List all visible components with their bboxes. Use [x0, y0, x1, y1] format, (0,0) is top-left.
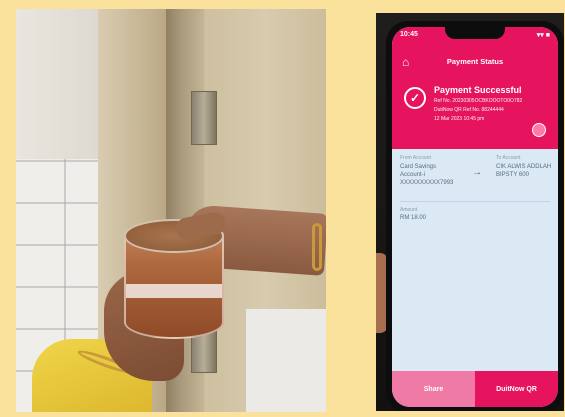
share-icon[interactable] — [532, 123, 546, 137]
payment-header: 10:45 ▾▾ ■ ⌂ Payment Status ✓ Payment Su… — [392, 27, 558, 149]
photo-hand-with-jar — [16, 9, 326, 412]
door-hinge-top — [191, 91, 217, 145]
photo-phone: 10:45 ▾▾ ■ ⌂ Payment Status ✓ Payment Su… — [376, 13, 564, 411]
payment-datetime: 12 Mar 2023 10:45 pm — [434, 116, 485, 122]
divider — [400, 201, 550, 202]
payment-status-title: Payment Successful — [434, 85, 522, 95]
status-time: 10:45 — [400, 31, 418, 38]
arrow-right-icon: → — [472, 167, 482, 178]
floor-right — [246, 309, 326, 412]
status-icons: ▾▾ ■ — [536, 32, 550, 39]
to-account-value: CIK ALWIS ADDLAH BIPSTY 600 — [496, 164, 552, 178]
duitnow-qr-button[interactable]: DuitNow QR — [475, 371, 558, 407]
amount-label: Amount — [400, 207, 418, 213]
jar-label-band — [126, 284, 222, 298]
from-account-value: Card Savings Account-i XXXXXXXXXX7993 — [400, 164, 454, 186]
phone-device: 10:45 ▾▾ ■ ⌂ Payment Status ✓ Payment Su… — [386, 21, 564, 411]
footer-actions: Share DuitNow QR — [392, 371, 558, 407]
from-account-label: From Account — [400, 155, 431, 161]
payment-details: From Account Card Savings Account-i XXXX… — [392, 149, 558, 371]
gold-bangle — [312, 223, 322, 271]
to-account-label: To Account — [496, 155, 521, 161]
phone-screen: 10:45 ▾▾ ■ ⌂ Payment Status ✓ Payment Su… — [392, 27, 558, 407]
page-title: Payment Status — [446, 57, 504, 66]
reference-number: Ref No. 20230305OCBKOOOTO0O782 — [434, 98, 523, 104]
amount-value: RM 18.00 — [400, 215, 427, 221]
check-circle-icon: ✓ — [404, 87, 426, 109]
duitnow-reference: DuitNow QR Ref No. 88244444 — [434, 107, 504, 113]
share-button[interactable]: Share — [392, 371, 475, 407]
status-bar: 10:45 ▾▾ ■ — [400, 31, 550, 39]
